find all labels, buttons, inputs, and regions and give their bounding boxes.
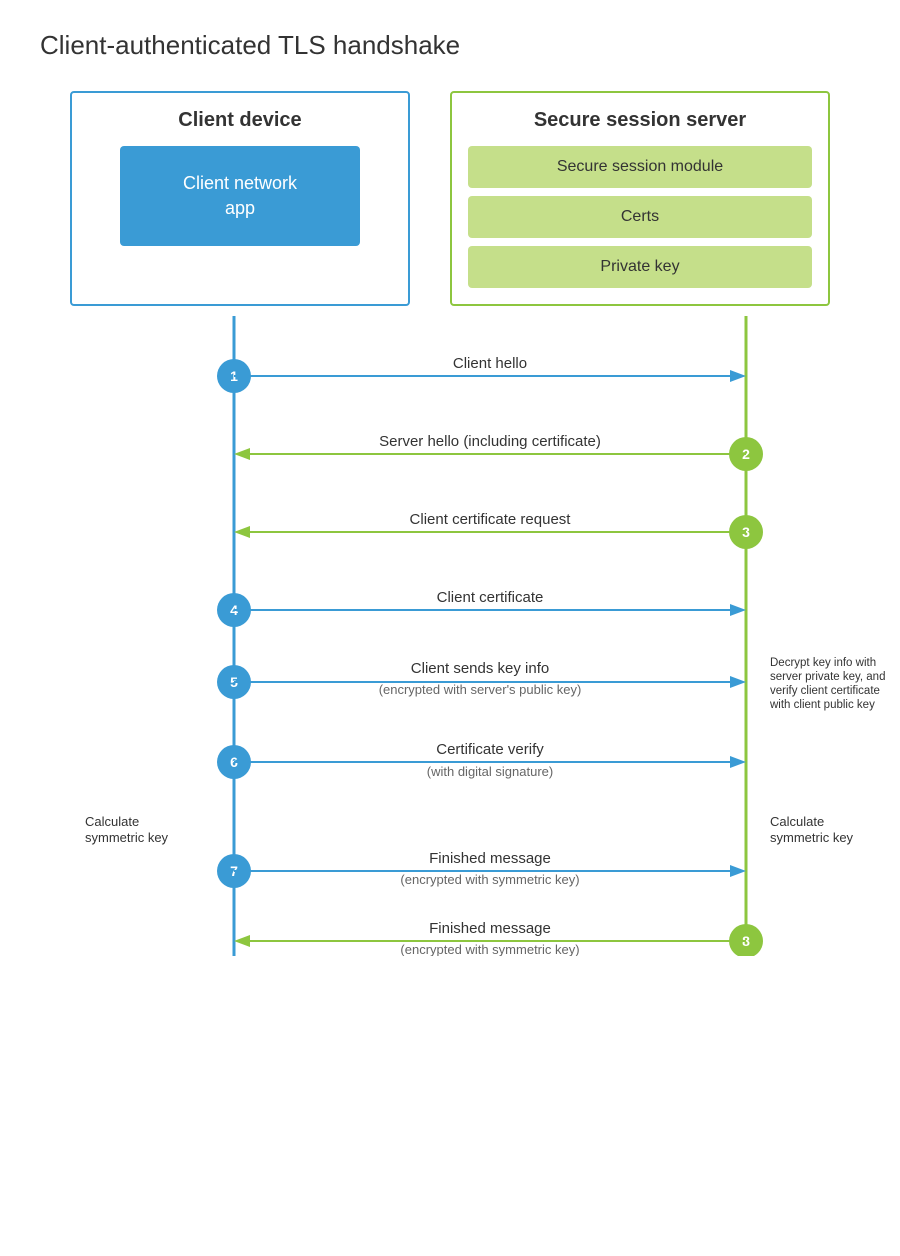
client-app-box: Client networkapp xyxy=(120,146,360,246)
svg-text:Certificate verify: Certificate verify xyxy=(436,741,544,758)
svg-text:(encrypted with symmetric key): (encrypted with symmetric key) xyxy=(400,872,579,887)
svg-text:Calculate: Calculate xyxy=(770,814,824,829)
svg-text:Client certificate request: Client certificate request xyxy=(410,511,572,528)
svg-text:with client public key: with client public key xyxy=(769,699,875,711)
svg-text:(with digital signature): (with digital signature) xyxy=(427,764,553,779)
svg-text:Client certificate: Client certificate xyxy=(437,589,544,606)
server-modules: Secure session module Certs Private key xyxy=(468,146,812,288)
diagram-svg: 1 Client hello 2 Server hello (including… xyxy=(70,316,900,956)
module-private-key: Private key xyxy=(468,246,812,288)
svg-text:Finished message: Finished message xyxy=(429,850,551,867)
svg-text:symmetric key: symmetric key xyxy=(770,830,854,845)
page-title: Client-authenticated TLS handshake xyxy=(40,30,860,61)
server-box-title: Secure session server xyxy=(534,109,746,132)
diagram-wrapper: 1 Client hello 2 Server hello (including… xyxy=(40,316,860,956)
client-device-title: Client device xyxy=(178,109,301,132)
client-device-box: Client device Client networkapp xyxy=(70,91,410,306)
svg-text:Finished message: Finished message xyxy=(429,920,551,937)
server-box: Secure session server Secure session mod… xyxy=(450,91,830,306)
top-section: Client device Client networkapp Secure s… xyxy=(40,91,860,306)
module-certs: Certs xyxy=(468,196,812,238)
svg-text:Client sends key info: Client sends key info xyxy=(411,660,549,677)
svg-text:Calculate: Calculate xyxy=(85,814,139,829)
svg-text:Client hello: Client hello xyxy=(453,355,527,372)
svg-text:Decrypt key info with: Decrypt key info with xyxy=(770,657,876,669)
svg-text:Server hello (including certif: Server hello (including certificate) xyxy=(379,433,601,450)
svg-text:(encrypted with symmetric key): (encrypted with symmetric key) xyxy=(400,942,579,956)
svg-text:(encrypted with server's publi: (encrypted with server's public key) xyxy=(379,682,582,697)
svg-text:server private key, and: server private key, and xyxy=(770,671,885,683)
module-secure-session: Secure session module xyxy=(468,146,812,188)
svg-text:verify client certificate: verify client certificate xyxy=(770,685,880,697)
svg-text:symmetric key: symmetric key xyxy=(85,830,169,845)
